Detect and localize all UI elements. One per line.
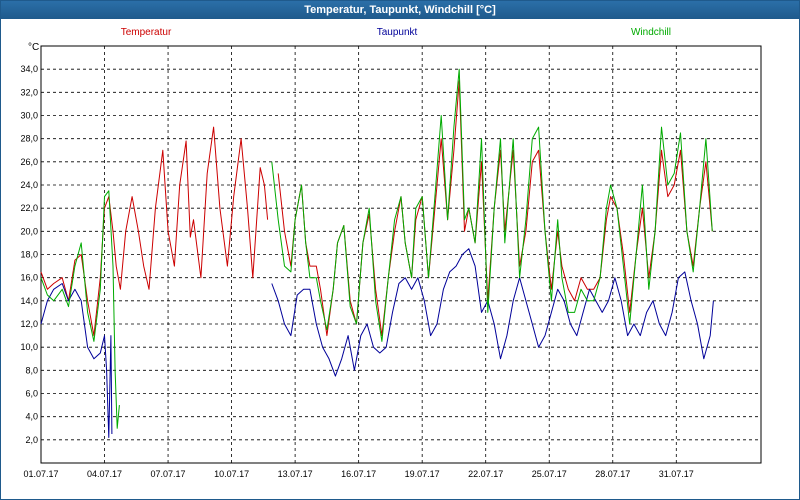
y-tick-label: 26,0 (20, 157, 38, 167)
y-tick-label: 12,0 (20, 319, 38, 329)
y-tick-label: 18,0 (20, 250, 38, 260)
y-tick-label: 4,0 (25, 412, 38, 422)
x-tick-label: 19.07.17 (405, 469, 440, 479)
y-tick-label: 6,0 (25, 389, 38, 399)
x-tick-label: 31.07.17 (659, 469, 694, 479)
x-tick-label: 10.07.17 (214, 469, 249, 479)
y-tick-label: 2,0 (25, 435, 38, 445)
chart-window: Temperatur, Taupunkt, Windchill [°C] 2,0… (0, 0, 800, 500)
y-axis-ticks: 2,0 4,0 6,0 8,0 10,0 12,0 14,0 16,0 18,0 20,0 22,0… (20, 64, 38, 445)
x-tick-label: 13.07.17 (278, 469, 313, 479)
y-tick-label: 20,0 (20, 226, 38, 236)
y-tick-label: 28,0 (20, 134, 38, 144)
y-tick-label: 34,0 (20, 64, 38, 74)
y-tick-label: 8,0 (25, 365, 38, 375)
y-tick-label: 10,0 (20, 342, 38, 352)
y-tick-label: 22,0 (20, 203, 38, 213)
temperature-chart: 2,0 4,0 6,0 8,0 10,0 12,0 14,0 16,0 18,0 20,0 22,0… (20, 27, 762, 479)
y-tick-label: 30,0 (20, 111, 38, 121)
x-tick-label: 04.07.17 (87, 469, 122, 479)
x-tick-label: 16.07.17 (341, 469, 376, 479)
x-tick-label: 22.07.17 (468, 469, 503, 479)
y-tick-label: 16,0 (20, 273, 38, 283)
x-axis-ticks: 01.07.17 04.07.17 07.07.17 10.07.17 13.07.17… (23, 469, 693, 479)
legend-taupunkt: Taupunkt (377, 27, 418, 38)
y-axis-label: °C (28, 42, 39, 53)
x-tick-label: 28.07.17 (595, 469, 630, 479)
x-tick-label: 25.07.17 (532, 469, 567, 479)
x-tick-label: 07.07.17 (151, 469, 186, 479)
y-tick-label: 14,0 (20, 296, 38, 306)
legend-temperatur: Temperatur (121, 27, 172, 38)
legend-windchill: Windchill (631, 27, 671, 38)
y-tick-label: 32,0 (20, 87, 38, 97)
x-tick-label: 01.07.17 (23, 469, 58, 479)
y-tick-label: 24,0 (20, 180, 38, 190)
